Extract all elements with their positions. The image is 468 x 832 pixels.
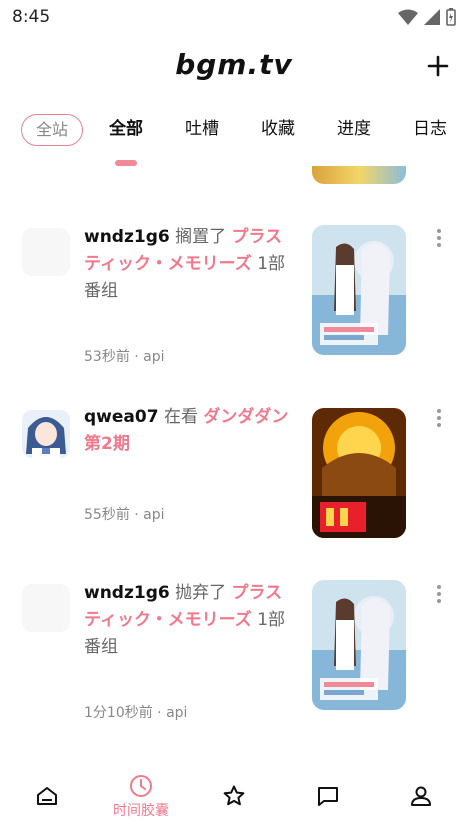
action-text: 搁置了 [175,227,227,247]
avatar[interactable] [22,584,70,632]
clock-icon [130,775,152,797]
cover-image[interactable] [312,580,406,710]
timeline-text: wndz1g6 搁置了 プラスティック・メモリーズ 1部番组 [84,224,294,305]
cover-image[interactable] [312,408,406,538]
avatar[interactable] [22,228,70,276]
status-bar: 8:45 [0,0,468,34]
timestamp: 1分10秒前 · api [84,705,188,721]
nav-timeline[interactable]: 时间胶囊 [106,760,176,832]
timeline-feed: wndz1g6 搁置了 プラスティック・メモリーズ 1部番组 53秒前 · ap… [0,166,468,748]
tab-comments[interactable]: 吐槽 [176,108,228,148]
timestamp: 53秒前 · api [84,349,165,365]
status-time: 8:45 [12,7,51,27]
user-icon [411,786,431,806]
timeline-text: qwea07 在看 ダンダダン 第2期 [84,404,294,458]
tab-bar: 全站 全部 吐槽 收藏 进度 日志 [0,108,468,166]
more-icon[interactable] [432,228,446,248]
timeline-text: wndz1g6 抛弃了 プラスティック・メモリーズ 1部番组 [84,580,294,661]
tab-all[interactable]: 全部 [100,108,152,148]
timestamp: 55秒前 · api [84,507,165,523]
tab-progress[interactable]: 进度 [328,108,380,148]
more-icon[interactable] [432,408,446,428]
avatar[interactable] [22,410,70,458]
battery-icon [446,8,456,26]
app-bar: bgm.tv [0,42,468,94]
chat-icon [318,787,338,806]
tab-collections[interactable]: 收藏 [252,108,304,148]
tab-site[interactable]: 全站 [21,114,83,146]
action-text: 抛弃了 [175,583,227,603]
nav-messages[interactable] [293,760,363,832]
username-link[interactable]: wndz1g6 [84,583,170,603]
action-text: 在看 [163,407,198,427]
username-link[interactable]: qwea07 [84,407,159,427]
tab-blog[interactable]: 日志 [404,108,456,148]
dandadan-cover [312,408,406,538]
more-icon[interactable] [432,584,446,604]
wifi-icon [398,9,418,25]
status-icons [398,7,456,27]
plastic-memories-cover [312,580,406,710]
plastic-memories-cover [312,225,406,355]
app-logo: bgm.tv [175,48,293,81]
username-link[interactable]: wndz1g6 [84,227,170,247]
bottom-nav: 时间胶囊 [0,760,468,832]
home-icon [37,787,57,805]
nav-label: 时间胶囊 [113,803,169,819]
star-icon [223,785,245,806]
nav-collections[interactable] [199,760,269,832]
nav-profile[interactable] [386,760,456,832]
cover-image[interactable] [312,225,406,355]
nav-home[interactable] [12,760,82,832]
cover-image-partial[interactable] [312,166,406,184]
add-icon[interactable] [424,52,452,80]
signal-icon [424,9,440,25]
anime-avatar [22,410,70,458]
